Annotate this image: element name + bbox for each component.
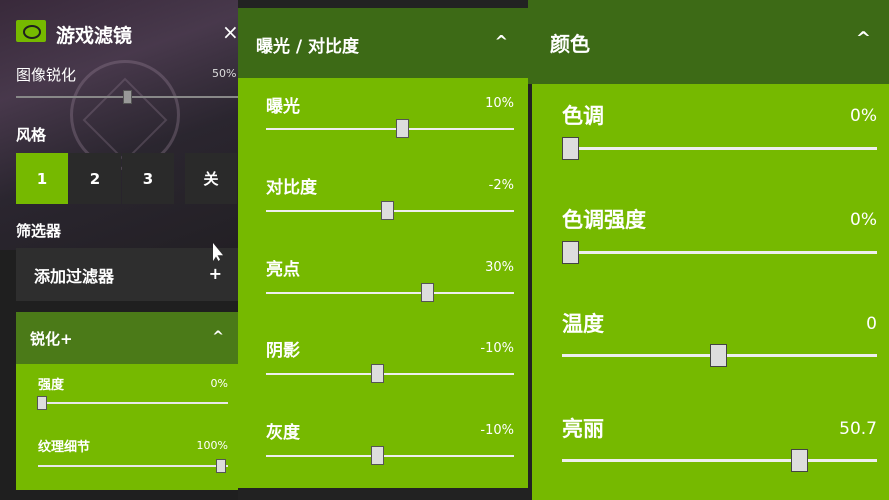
- vibrance-slider-thumb[interactable]: [791, 449, 808, 472]
- filter-panel: 游戏滤镜 × 图像锐化 50% 风格 1 2 3 关 筛选器 添加过滤器 + 锐…: [0, 0, 238, 500]
- style-label: 风格: [16, 126, 47, 144]
- texture-detail-label: 纹理细节: [38, 440, 91, 455]
- panel-top-edge: [238, 0, 528, 8]
- chevron-up-icon: ^: [212, 329, 224, 345]
- strength-label: 强度: [38, 378, 65, 393]
- panel-bottom-edge: [238, 488, 528, 500]
- nvidia-logo-icon: [16, 20, 46, 42]
- temperature-label: 温度: [562, 312, 604, 336]
- vibrance-slider[interactable]: [562, 459, 877, 462]
- exposure-label: 曝光: [266, 97, 300, 117]
- gray-label: 灰度: [266, 423, 300, 443]
- style-button-3[interactable]: 3: [122, 153, 174, 204]
- temperature-value: 0: [866, 314, 877, 334]
- gray-slider[interactable]: [266, 455, 514, 457]
- sharpen-plus-header[interactable]: 锐化+ ^: [16, 312, 238, 364]
- vibrance-label: 亮丽: [562, 417, 604, 441]
- tint-label: 色调: [562, 104, 604, 128]
- contrast-slider-thumb[interactable]: [381, 201, 394, 220]
- gray-slider-thumb[interactable]: [371, 446, 384, 465]
- style-button-2[interactable]: 2: [69, 153, 121, 204]
- color-title: 颜色: [550, 32, 590, 56]
- plus-icon: +: [208, 264, 222, 283]
- contrast-value: -2%: [488, 178, 514, 193]
- close-icon[interactable]: ×: [222, 20, 238, 44]
- exposure-slider-thumb[interactable]: [396, 119, 409, 138]
- strength-slider[interactable]: [38, 402, 228, 404]
- add-filter-label: 添加过滤器: [34, 266, 115, 286]
- strength-slider-thumb[interactable]: [37, 396, 47, 410]
- chevron-up-icon: ^: [494, 32, 508, 51]
- tint-slider[interactable]: [562, 147, 877, 150]
- image-sharpen-label: 图像锐化: [16, 66, 77, 84]
- exposure-contrast-title: 曝光 / 对比度: [256, 37, 360, 57]
- tint-intensity-slider[interactable]: [562, 251, 877, 254]
- gray-value: -10%: [480, 423, 514, 438]
- add-filter-button[interactable]: 添加过滤器 +: [16, 248, 238, 301]
- highlights-label: 亮点: [266, 260, 300, 280]
- style-button-off[interactable]: 关: [185, 153, 237, 204]
- chevron-up-icon: ^: [855, 28, 871, 49]
- sharpen-plus-section: 锐化+ ^ 强度 0% 纹理细节 100%: [16, 312, 238, 490]
- section-title: 锐化+: [30, 329, 73, 348]
- highlights-slider-thumb[interactable]: [421, 283, 434, 302]
- highlights-slider[interactable]: [266, 292, 514, 294]
- tint-intensity-value: 0%: [850, 210, 877, 230]
- image-sharpen-value: 50%: [212, 67, 237, 80]
- exposure-contrast-panel: 曝光 / 对比度 ^ 曝光 10% 对比度 -2% 亮点 30% 阴影 -10%…: [238, 0, 528, 500]
- image-sharpen-slider-thumb[interactable]: [123, 90, 132, 104]
- tint-intensity-slider-thumb[interactable]: [562, 241, 579, 264]
- panel-header: 游戏滤镜 ×: [0, 12, 238, 52]
- shadows-value: -10%: [480, 341, 514, 356]
- shadows-slider-thumb[interactable]: [371, 364, 384, 383]
- strength-value: 0%: [210, 377, 228, 390]
- highlights-value: 30%: [485, 260, 514, 275]
- shadows-label: 阴影: [266, 341, 300, 361]
- color-panel: 颜色 ^ 色调 0% 色调强度 0% 温度 0 亮丽 50.7: [528, 0, 889, 500]
- tint-value: 0%: [850, 106, 877, 126]
- exposure-contrast-header[interactable]: 曝光 / 对比度 ^: [238, 8, 528, 78]
- texture-detail-slider[interactable]: [38, 465, 228, 467]
- tint-intensity-label: 色调强度: [562, 208, 646, 232]
- vibrance-value: 50.7: [839, 419, 877, 439]
- contrast-label: 对比度: [266, 178, 317, 198]
- texture-detail-value: 100%: [196, 439, 228, 452]
- texture-detail-slider-thumb[interactable]: [216, 459, 226, 473]
- exposure-slider[interactable]: [266, 128, 514, 130]
- color-header[interactable]: 颜色 ^: [528, 0, 889, 84]
- shadows-slider[interactable]: [266, 373, 514, 375]
- style-button-1[interactable]: 1: [16, 153, 68, 204]
- tint-slider-thumb[interactable]: [562, 137, 579, 160]
- filter-label: 筛选器: [16, 222, 62, 240]
- temperature-slider-thumb[interactable]: [710, 344, 727, 367]
- exposure-value: 10%: [485, 96, 514, 111]
- panel-title: 游戏滤镜: [56, 25, 133, 47]
